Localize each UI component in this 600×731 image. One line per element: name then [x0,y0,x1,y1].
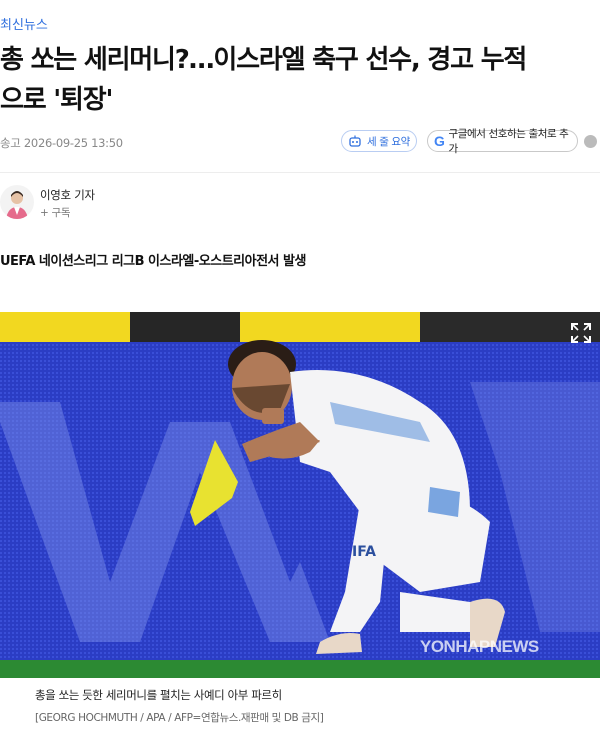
headline-line-2: 으로 '퇴장' [0,85,113,115]
subscribe-button[interactable]: + 구독 [40,205,71,220]
headline-line-1: 총 쏘는 세리머니?…이스라엘 축구 선수, 경고 누적 [0,45,527,75]
more-icon[interactable] [584,135,597,148]
reporter-avatar [0,185,34,219]
article-meta: 송고 2026-09-25 13:50 세 줄 요약 G 구글에서 선호하는 출… [0,128,600,155]
category-link[interactable]: 최신뉴스 [0,14,48,33]
article-subheading: UEFA 네이션스리그 리그B 이스라엘-오스트리아전서 발생 [0,254,306,269]
svg-text:IFA: IFA [352,544,376,560]
summary-button[interactable]: 세 줄 요약 [341,130,417,152]
photo-watermark: YONHAPNEWS [420,637,539,656]
google-label: 구글에서 선호하는 출처로 추가 [448,128,569,155]
photo-caption: 총을 쏘는 듯한 세리머니를 펼치는 사예디 아부 파르히 [35,688,282,702]
summary-label: 세 줄 요약 [367,135,410,148]
google-logo-icon: G [434,133,445,149]
photo-illustration: IFA [0,312,600,678]
reporter-block: 이영호 기자 + 구독 [0,183,600,223]
expand-icon[interactable] [568,320,594,346]
headline: 총 쏘는 세리머니?…이스라엘 축구 선수, 경고 누적 으로 '퇴장' [0,40,590,120]
reporter-name[interactable]: 이영호 기자 [40,187,95,203]
photo-credit: [GEORG HOCHMUTH / APA / AFP=연합뉴스.재판매 및 D… [35,712,324,724]
google-preferred-source-button[interactable]: G 구글에서 선호하는 출처로 추가 [427,128,578,155]
article-photo: IFA [0,312,600,678]
publish-date: 송고 2026-09-25 13:50 [0,136,123,150]
robot-summary-icon [349,135,361,147]
divider [0,172,600,173]
